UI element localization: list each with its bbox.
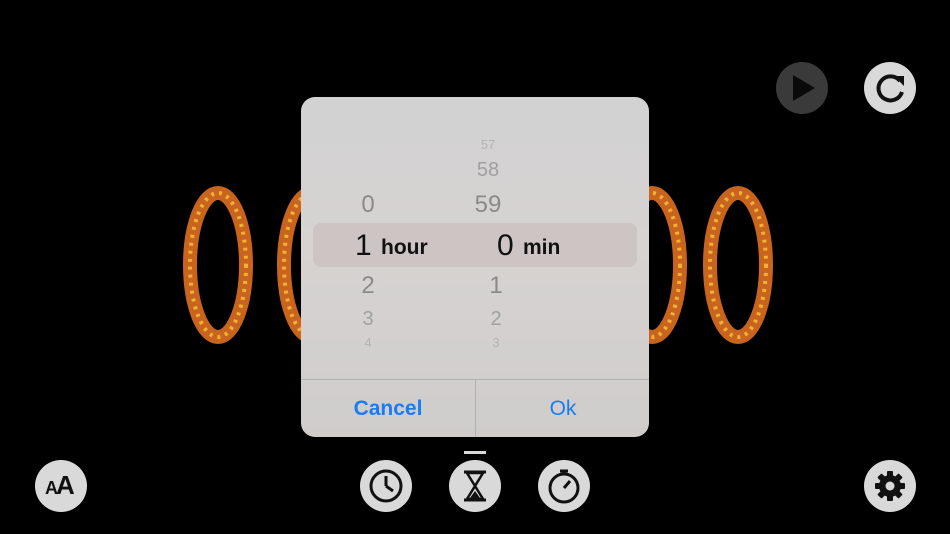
ok-button[interactable]: Ok: [476, 380, 649, 437]
reset-button[interactable]: [864, 62, 916, 114]
hour-option[interactable]: 0: [338, 191, 398, 219]
settings-button[interactable]: [864, 460, 916, 512]
countdown-mode-button[interactable]: [449, 460, 501, 512]
timer-digit-1: [178, 180, 258, 350]
clock-icon: [369, 469, 403, 503]
play-button[interactable]: [776, 62, 828, 114]
clock-mode-button[interactable]: [360, 460, 412, 512]
minute-option[interactable]: 3: [466, 335, 526, 350]
gear-icon: [875, 471, 905, 501]
minute-selected[interactable]: 0: [497, 229, 514, 263]
cancel-button[interactable]: Cancel: [301, 380, 475, 437]
stopwatch-mode-button[interactable]: [538, 460, 590, 512]
minute-option[interactable]: 1: [466, 272, 526, 300]
hourglass-icon: [464, 470, 486, 502]
minute-option[interactable]: 57: [458, 137, 518, 152]
minute-option[interactable]: 59: [458, 191, 518, 219]
minute-unit-label: min: [523, 236, 561, 259]
hour-unit-label: hour: [381, 236, 428, 259]
hour-selected[interactable]: 1: [355, 229, 372, 263]
font-size-button[interactable]: A A: [35, 460, 87, 512]
svg-text:A: A: [56, 470, 75, 500]
hour-option[interactable]: 3: [338, 308, 398, 331]
minute-option[interactable]: 58: [458, 159, 518, 182]
hour-option[interactable]: 2: [338, 272, 398, 300]
font-size-icon: A A: [45, 470, 75, 500]
hour-option[interactable]: 4: [338, 335, 398, 350]
play-icon: [793, 75, 815, 101]
duration-picker[interactable]: 0 1 hour 2 3 4 57 58 59 0 min 1 2 3: [301, 97, 649, 379]
minute-option[interactable]: 2: [466, 308, 526, 331]
active-mode-indicator: [464, 451, 486, 454]
timer-digit-4: [698, 180, 778, 350]
stopwatch-icon: [548, 469, 580, 504]
duration-picker-dialog: 0 1 hour 2 3 4 57 58 59 0 min 1 2 3 Canc…: [301, 97, 649, 437]
reset-icon: [876, 74, 904, 103]
